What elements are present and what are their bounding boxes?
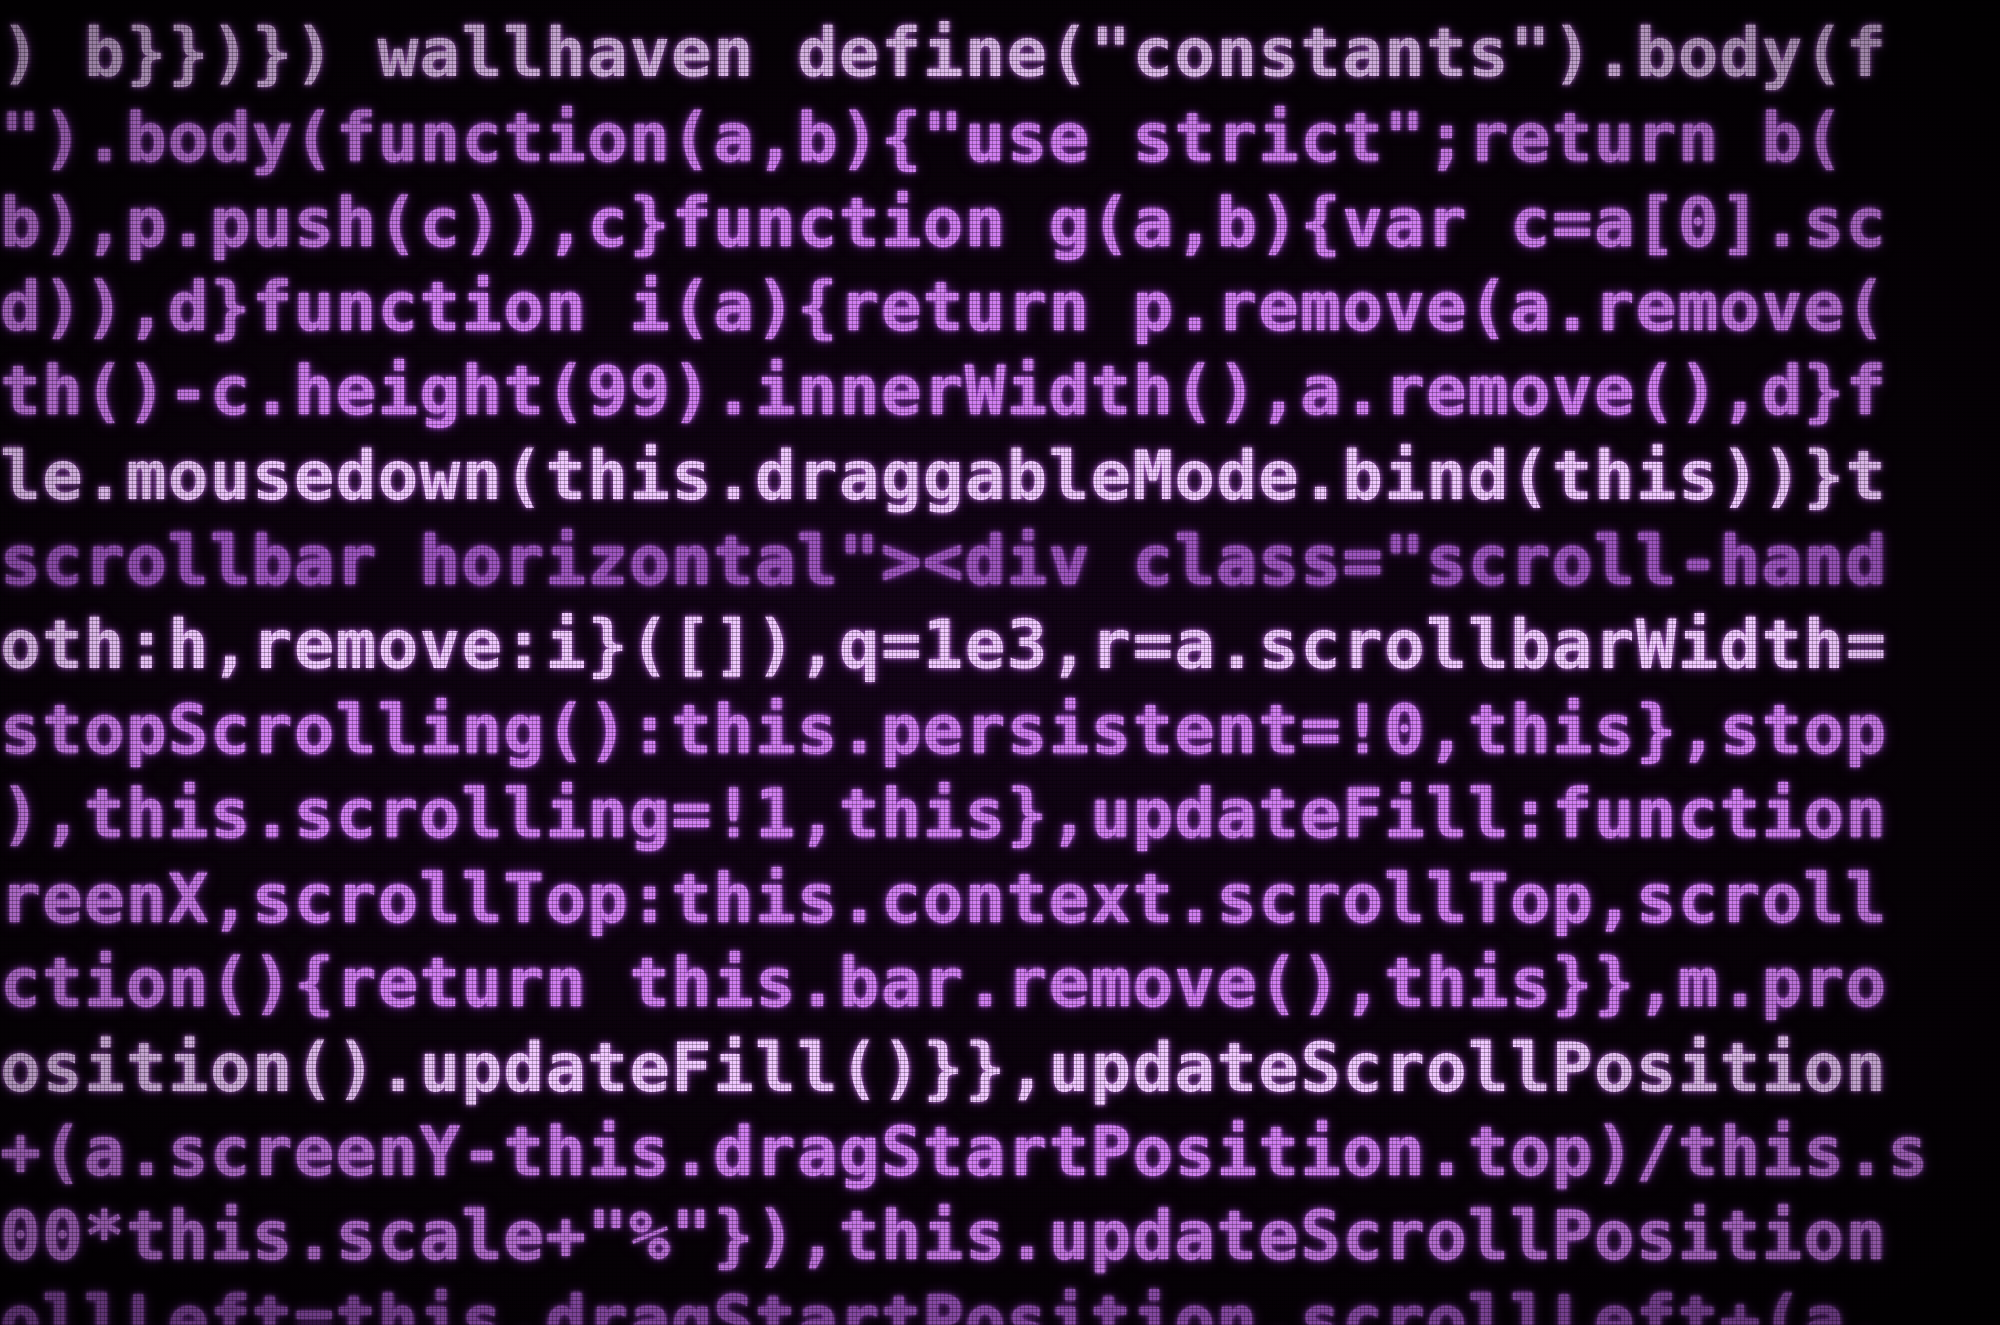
code-line: stopScrolling():this.persistent=!0,this}… (0, 691, 1888, 770)
code-line: d)),d}function i(a){return p.remove(a.re… (0, 268, 1888, 347)
code-line: le.mousedown(this.draggableMode.bind(thi… (0, 437, 1888, 516)
code-line: b),p.push(c)),c}function g(a,b){var c=a[… (0, 184, 1888, 263)
code-line: ction(){return this.bar.remove(),this}},… (0, 944, 1888, 1023)
code-line: th()-c.height(99).innerWidth(),a.remove(… (0, 352, 1888, 431)
code-line: osition().updateFill()}},updateScrollPos… (0, 1029, 1888, 1108)
code-line: ),this.scrolling=!1,this},updateFill:fun… (0, 775, 1888, 854)
code-line: ollLeft=this.dragStartPosition.scrollLef… (0, 1282, 1888, 1325)
code-line: reenX,scrollTop:this.context.scrollTop,s… (0, 860, 1888, 939)
code-line: 00*this.scale+"%"}),this.updateScrollPos… (0, 1197, 1888, 1276)
code-line: +(a.screenY-this.dragStartPosition.top)/… (0, 1113, 1930, 1192)
code-screen-photo: ) b}})}) wallhaven define("constants").b… (0, 0, 2000, 1325)
code-line: oth:h,remove:i}([]),q=1e3,r=a.scrollbarW… (0, 606, 1888, 685)
code-line: ) b}})}) wallhaven define("constants").b… (0, 14, 1888, 93)
code-line: ").body(function(a,b){"use strict";retur… (0, 99, 1846, 178)
code-line: scrollbar horizontal"><div class="scroll… (0, 522, 1888, 601)
